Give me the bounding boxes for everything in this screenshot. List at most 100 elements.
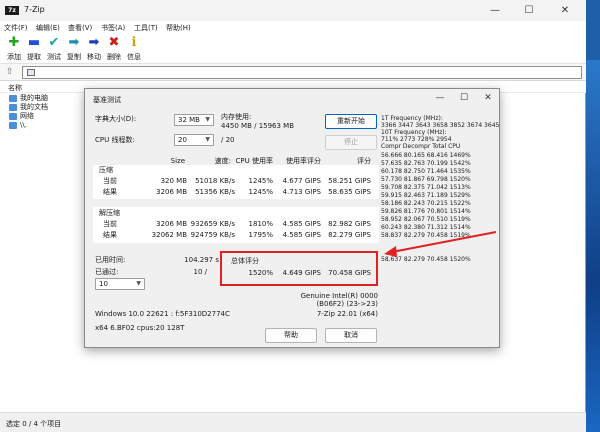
copy-button[interactable]: ➡ 复制 bbox=[64, 36, 84, 62]
chevron-down-icon: ▼ bbox=[205, 135, 210, 145]
info-button[interactable]: ℹ 信息 bbox=[124, 36, 144, 62]
benchmark-dialog: 基准测试 — ☐ ✕ 字典大小(D): 32 MB ▼ 内存使用: 4450 M… bbox=[84, 88, 500, 348]
path-input[interactable] bbox=[22, 66, 582, 79]
copy-arrow-icon: ➡ bbox=[64, 36, 84, 50]
minimize-button[interactable]: — bbox=[482, 0, 508, 21]
help-button[interactable]: 帮助 bbox=[265, 328, 317, 343]
dialog-close-button[interactable]: ✕ bbox=[479, 91, 497, 105]
log-line: 711% 2773 728% 2954 bbox=[381, 136, 452, 143]
network-icon bbox=[9, 113, 17, 120]
window-title: 7-Zip bbox=[24, 5, 45, 14]
menu-file[interactable]: 文件(F) bbox=[4, 23, 28, 33]
menu-edit[interactable]: 编辑(E) bbox=[36, 23, 60, 33]
restart-button[interactable]: 重新开始 bbox=[325, 114, 377, 129]
cancel-button[interactable]: 取消 bbox=[325, 328, 377, 343]
dict-size-label: 字典大小(D): bbox=[95, 115, 136, 124]
move-label: 移动 bbox=[84, 52, 104, 62]
computer-icon bbox=[9, 95, 17, 102]
info-label: 信息 bbox=[124, 52, 144, 62]
memory-usage-value: 4450 MB / 15963 MB bbox=[221, 122, 294, 131]
version-info: 7-Zip 22.01 (x64) bbox=[265, 310, 378, 319]
documents-icon bbox=[9, 104, 17, 111]
status-bar: 选定 0 / 4 个项目 bbox=[0, 412, 586, 432]
arch-info: x64 6.BF02 cpus:20 128T bbox=[95, 324, 184, 333]
extract-button[interactable]: ▬ 提取 bbox=[24, 36, 44, 62]
compress-current-rating: 58.251 GIPS bbox=[321, 177, 371, 186]
app-logo-icon: 7z bbox=[5, 6, 19, 15]
drive-icon bbox=[9, 122, 17, 129]
decompress-result-rating: 82.279 GIPS bbox=[321, 231, 371, 240]
memory-usage-label: 内存使用: bbox=[221, 113, 251, 122]
passes-value: 10 / bbox=[183, 268, 207, 277]
plus-icon: ✚ bbox=[4, 36, 24, 50]
up-folder-icon[interactable]: ⇧ bbox=[6, 67, 14, 77]
decompress-current-cpu: 1810% bbox=[235, 220, 273, 229]
dialog-maximize-button[interactable]: ☐ bbox=[455, 91, 473, 105]
compress-current-speed: 51018 KB/s bbox=[185, 177, 235, 186]
log-line: 58.952 82.067 70.510 1519% bbox=[381, 216, 471, 223]
cpu-threads-total: / 20 bbox=[221, 136, 235, 145]
decompress-current-speed: 932659 KB/s bbox=[185, 220, 235, 229]
compress-result-speed: 51356 KB/s bbox=[185, 188, 235, 197]
elapsed-label: 已用时间: bbox=[95, 256, 125, 265]
decompress-current-rating: 82.982 GIPS bbox=[321, 220, 371, 229]
elapsed-value: 104.297 s bbox=[165, 256, 219, 265]
delete-button[interactable]: ✖ 删除 bbox=[104, 36, 124, 62]
chevron-down-icon: ▼ bbox=[136, 279, 141, 289]
log-line: 58.637 82.279 70.458 1520% bbox=[381, 256, 471, 263]
menu-tools[interactable]: 工具(T) bbox=[134, 23, 158, 33]
benchmark-log[interactable]: 1T Frequency (MHz): 3366 3447 3643 3658 … bbox=[381, 115, 497, 301]
minus-icon: ▬ bbox=[24, 36, 44, 50]
passes-select[interactable]: 10 ▼ bbox=[95, 278, 145, 290]
menu-view[interactable]: 查看(V) bbox=[68, 23, 92, 33]
dict-size-select[interactable]: 32 MB ▼ bbox=[174, 114, 214, 126]
decompress-result-size: 32062 MB bbox=[141, 231, 187, 240]
column-name-header[interactable]: 名称 bbox=[8, 83, 22, 93]
move-arrow-icon: ➡ bbox=[84, 36, 104, 50]
cpu-threads-select[interactable]: 20 ▼ bbox=[174, 134, 214, 146]
extract-label: 提取 bbox=[24, 52, 44, 62]
info-icon: ℹ bbox=[124, 36, 144, 50]
log-line: 59.708 82.375 71.042 1513% bbox=[381, 184, 471, 191]
drive-icon bbox=[27, 69, 35, 76]
maximize-button[interactable]: ☐ bbox=[516, 0, 542, 21]
decompress-result-speed: 924759 KB/s bbox=[185, 231, 235, 240]
compress-current-label: 当前 bbox=[103, 177, 117, 186]
decompress-result-rpu: 4.585 GIPS bbox=[273, 231, 321, 240]
cpu-id: (B06F2) (23->23) bbox=[265, 300, 378, 309]
compress-current-cpu: 1245% bbox=[235, 177, 273, 186]
menu-help[interactable]: 帮助(H) bbox=[166, 23, 191, 33]
compress-result-size: 3206 MB bbox=[141, 188, 187, 197]
list-item-label: \\. bbox=[20, 121, 27, 129]
compress-result-rpu: 4.713 GIPS bbox=[273, 188, 321, 197]
compress-title: 压缩 bbox=[99, 166, 113, 175]
address-bar: ⇧ bbox=[0, 63, 586, 81]
highlight-box bbox=[220, 251, 378, 286]
close-button[interactable]: ✕ bbox=[552, 0, 578, 21]
menu-bookmarks[interactable]: 书签(A) bbox=[101, 23, 125, 33]
title-bar[interactable]: 7z 7-Zip — ☐ ✕ bbox=[0, 0, 586, 21]
compress-result-label: 结果 bbox=[103, 188, 117, 197]
log-line: 56.666 80.165 68.416 1469% bbox=[381, 152, 471, 159]
add-button[interactable]: ✚ 添加 bbox=[4, 36, 24, 62]
dialog-minimize-button[interactable]: — bbox=[431, 91, 449, 105]
copy-label: 复制 bbox=[64, 52, 84, 62]
check-icon: ✔ bbox=[44, 36, 64, 50]
list-item-label: 我的电脑 bbox=[20, 94, 48, 102]
decompress-result-cpu: 1795% bbox=[235, 231, 273, 240]
log-line: 58.186 82.243 70.215 1522% bbox=[381, 200, 471, 207]
decompress-current-rpu: 4.585 GIPS bbox=[273, 220, 321, 229]
chevron-down-icon: ▼ bbox=[205, 115, 210, 125]
list-item-label: 我的文档 bbox=[20, 103, 48, 111]
decompress-title: 解压缩 bbox=[99, 209, 120, 218]
cpu-threads-value: 20 bbox=[178, 136, 187, 144]
stop-button[interactable]: 停止 bbox=[325, 135, 377, 150]
cpu-threads-label: CPU 线程数: bbox=[95, 136, 135, 145]
decompress-result-label: 结果 bbox=[103, 231, 117, 240]
log-line: 60.178 82.750 71.464 1535% bbox=[381, 168, 471, 175]
test-button[interactable]: ✔ 测试 bbox=[44, 36, 64, 62]
menu-bar: 文件(F) 编辑(E) 查看(V) 书签(A) 工具(T) 帮助(H) bbox=[0, 21, 586, 35]
dialog-title: 基准测试 bbox=[93, 95, 121, 105]
log-line: 57.635 82.763 70.199 1542% bbox=[381, 160, 471, 167]
move-button[interactable]: ➡ 移动 bbox=[84, 36, 104, 62]
